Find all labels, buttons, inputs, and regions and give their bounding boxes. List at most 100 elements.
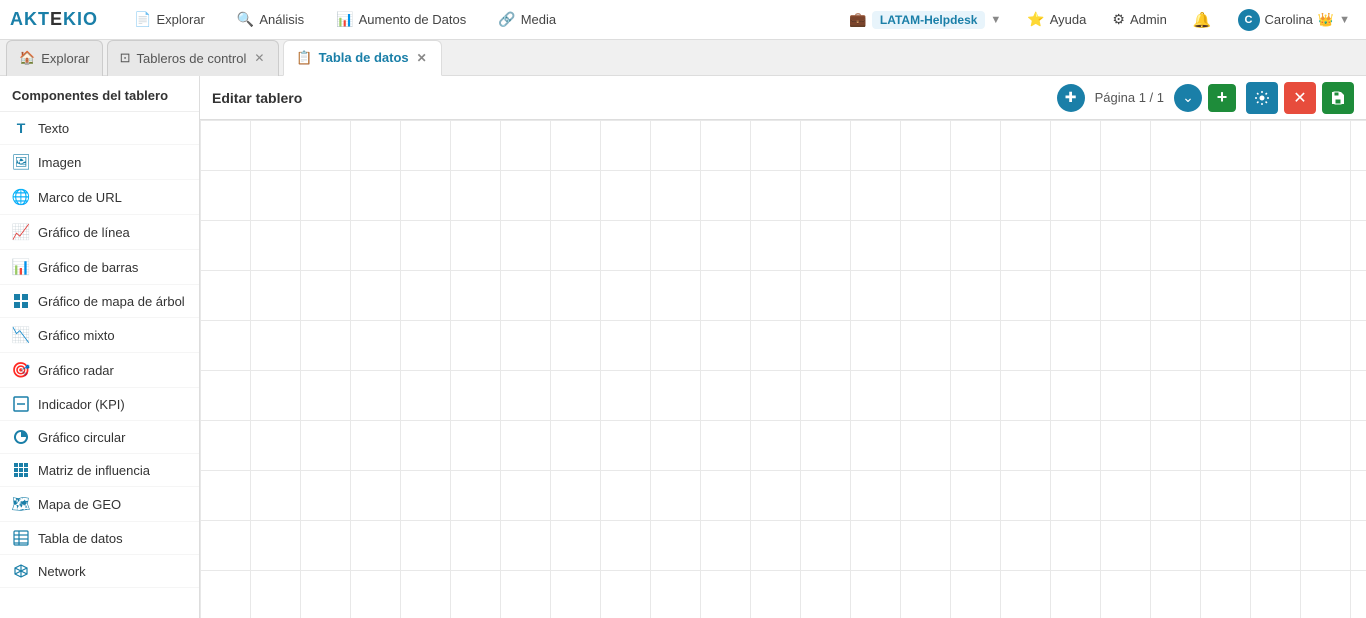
network-icon — [12, 563, 30, 579]
add-page-button[interactable]: + — [1208, 84, 1236, 112]
navbar: AKTEKIO 📄 Explorar 🔍 Análisis 📊 Aumento … — [0, 0, 1366, 40]
analisis-icon: 🔍 — [237, 11, 254, 28]
user-avatar: C — [1238, 9, 1260, 31]
content-toolbar: Editar tablero ✚ Página 1 / 1 ⌄ + ✕ — [200, 76, 1366, 120]
helpdesk-item[interactable]: 💼 LATAM-Helpdesk ▼ — [843, 7, 1007, 33]
helpdesk-chevron-icon: ▼ — [990, 14, 1001, 26]
matriz-icon — [12, 462, 30, 478]
sidebar-item-url-label: Marco de URL — [38, 190, 122, 205]
nav-analisis-label: Análisis — [259, 12, 304, 27]
explorar-icon: 📄 — [134, 11, 151, 28]
circular-icon — [12, 429, 30, 445]
aumento-icon: 📊 — [336, 11, 353, 28]
nav-aumento-label: Aumento de Datos — [359, 12, 467, 27]
sidebar-item-treemap-label: Gráfico de mapa de árbol — [38, 294, 185, 309]
nav-media-label: Media — [521, 12, 556, 27]
briefcase-icon: 💼 — [849, 11, 866, 28]
sidebar-item-matriz[interactable]: Matriz de influencia — [0, 454, 199, 487]
help-label: Ayuda — [1050, 12, 1087, 27]
kpi-icon — [12, 396, 30, 412]
content-area: Editar tablero ✚ Página 1 / 1 ⌄ + ✕ — [200, 76, 1366, 618]
geo-icon: 🗺 — [12, 495, 30, 513]
app-logo: AKTEKIO — [10, 9, 98, 30]
notification-item[interactable]: 🔔 — [1187, 7, 1218, 33]
sidebar-item-linea[interactable]: 📈 Gráfico de línea — [0, 215, 199, 250]
tab-tableros-icon: ⊡ — [120, 50, 131, 66]
sidebar-item-kpi[interactable]: Indicador (KPI) — [0, 388, 199, 421]
user-label: Carolina — [1265, 12, 1313, 27]
help-item[interactable]: ⭐ Ayuda — [1021, 7, 1092, 32]
tabs-bar: 🏠 Explorar ⊡ Tableros de control ✕ 📋 Tab… — [0, 40, 1366, 76]
sidebar-item-geo-label: Mapa de GEO — [38, 497, 121, 512]
texto-icon: T — [12, 120, 30, 136]
sidebar-item-geo[interactable]: 🗺 Mapa de GEO — [0, 487, 199, 522]
tab-tableros[interactable]: ⊡ Tableros de control ✕ — [107, 40, 280, 76]
sidebar-item-kpi-label: Indicador (KPI) — [38, 397, 125, 412]
sidebar-item-network[interactable]: Network — [0, 555, 199, 588]
nav-explorar[interactable]: 📄 Explorar — [128, 7, 211, 32]
page-controls: ✚ Página 1 / 1 ⌄ + — [1057, 84, 1236, 112]
sidebar-item-barras-label: Gráfico de barras — [38, 260, 138, 275]
admin-icon: ⚙ — [1112, 11, 1125, 28]
barras-icon: 📊 — [12, 258, 30, 276]
crown-icon: 👑 — [1318, 12, 1334, 28]
sidebar-item-mixto-label: Gráfico mixto — [38, 328, 115, 343]
admin-label: Admin — [1130, 12, 1167, 27]
user-item[interactable]: C Carolina 👑 ▼ — [1232, 5, 1357, 35]
sidebar-item-texto[interactable]: T Texto — [0, 112, 199, 145]
sidebar-item-imagen[interactable]: 🖼 Imagen — [0, 145, 199, 180]
tab-explorar-icon: 🏠 — [19, 50, 35, 66]
sidebar-item-linea-label: Gráfico de línea — [38, 225, 130, 240]
user-chevron-icon: ▼ — [1339, 14, 1350, 26]
media-icon: 🔗 — [498, 11, 515, 28]
sidebar-item-tabla-label: Tabla de datos — [38, 531, 123, 546]
nav-aumento[interactable]: 📊 Aumento de Datos — [330, 7, 472, 32]
help-icon: ⭐ — [1027, 11, 1044, 28]
sidebar-item-mixto[interactable]: 📉 Gráfico mixto — [0, 318, 199, 353]
next-page-button[interactable]: ⌄ — [1174, 84, 1202, 112]
url-icon: 🌐 — [12, 188, 30, 206]
sidebar-item-texto-label: Texto — [38, 121, 69, 136]
sidebar-item-url[interactable]: 🌐 Marco de URL — [0, 180, 199, 215]
sidebar-item-tabla[interactable]: Tabla de datos — [0, 522, 199, 555]
sidebar-item-imagen-label: Imagen — [38, 155, 81, 170]
tab-tabla-label: Tabla de datos — [319, 50, 409, 65]
mixto-icon: 📉 — [12, 326, 30, 344]
tab-tabla-icon: 📋 — [296, 50, 312, 66]
sidebar-item-network-label: Network — [38, 564, 86, 579]
sidebar-header: Componentes del tablero — [0, 76, 199, 112]
prev-page-button[interactable]: ✚ — [1057, 84, 1085, 112]
settings-button[interactable] — [1246, 82, 1278, 114]
tab-tableros-label: Tableros de control — [137, 51, 247, 66]
tabla-icon — [12, 530, 30, 546]
helpdesk-label: LATAM-Helpdesk — [872, 11, 986, 29]
nav-analisis[interactable]: 🔍 Análisis — [231, 7, 310, 32]
admin-item[interactable]: ⚙ Admin — [1106, 7, 1172, 32]
imagen-icon: 🖼 — [12, 153, 30, 171]
sidebar-item-treemap[interactable]: Gráfico de mapa de árbol — [0, 285, 199, 318]
toolbar-right: ✕ — [1246, 82, 1354, 114]
nav-explorar-label: Explorar — [156, 12, 204, 27]
content-title: Editar tablero — [212, 90, 1047, 106]
sidebar-item-radar-label: Gráfico radar — [38, 363, 114, 378]
sidebar-item-circular[interactable]: Gráfico circular — [0, 421, 199, 454]
treemap-icon — [12, 293, 30, 309]
linea-icon: 📈 — [12, 223, 30, 241]
sidebar-item-matriz-label: Matriz de influencia — [38, 463, 150, 478]
sidebar-item-barras[interactable]: 📊 Gráfico de barras — [0, 250, 199, 285]
tab-tabla-close[interactable]: ✕ — [415, 51, 429, 65]
sidebar: Componentes del tablero T Texto 🖼 Imagen… — [0, 76, 200, 618]
save-button[interactable] — [1322, 82, 1354, 114]
radar-icon: 🎯 — [12, 361, 30, 379]
close-button[interactable]: ✕ — [1284, 82, 1316, 114]
bell-icon: 🔔 — [1193, 11, 1212, 29]
tab-explorar-label: Explorar — [41, 51, 89, 66]
main-layout: Componentes del tablero T Texto 🖼 Imagen… — [0, 76, 1366, 618]
sidebar-item-radar[interactable]: 🎯 Gráfico radar — [0, 353, 199, 388]
nav-media[interactable]: 🔗 Media — [492, 7, 562, 32]
tab-tabla-datos[interactable]: 📋 Tabla de datos ✕ — [283, 40, 441, 76]
tab-explorar[interactable]: 🏠 Explorar — [6, 40, 103, 76]
navbar-right: 💼 LATAM-Helpdesk ▼ ⭐ Ayuda ⚙ Admin 🔔 C C… — [843, 5, 1356, 35]
tab-tableros-close[interactable]: ✕ — [252, 51, 266, 65]
sidebar-item-circular-label: Gráfico circular — [38, 430, 125, 445]
